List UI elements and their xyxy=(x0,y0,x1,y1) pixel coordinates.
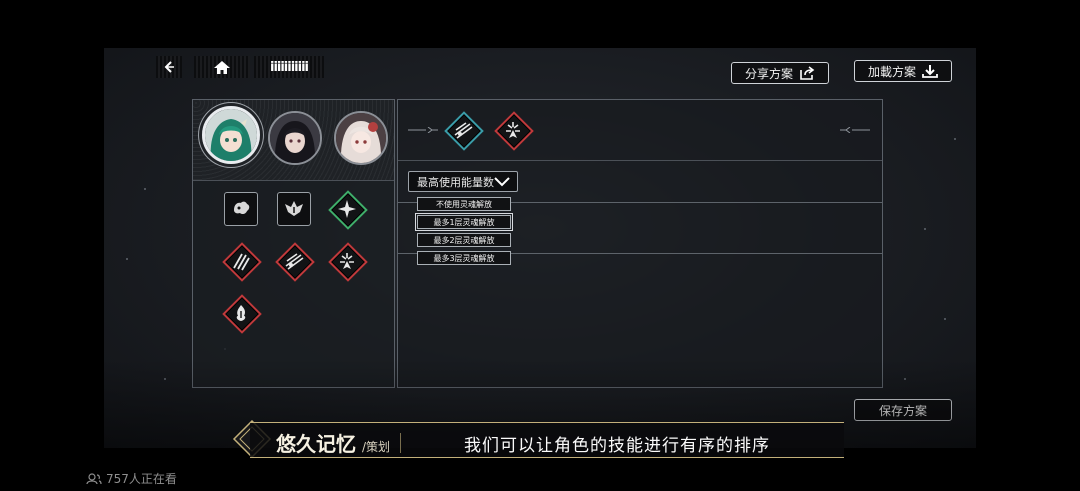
home-button[interactable] xyxy=(194,56,250,78)
home-icon xyxy=(214,60,230,74)
multi-slash-skill-icon xyxy=(454,122,473,139)
energy-option-0[interactable]: 不使用灵魂解放 xyxy=(417,197,511,211)
beast-skill-icon xyxy=(234,201,250,215)
viewer-count-text: 757人正在看 xyxy=(106,472,177,486)
caption-divider xyxy=(400,433,401,453)
energy-dropdown[interactable]: 最高使用能量数 xyxy=(408,171,518,192)
claw-slash-skill-icon xyxy=(233,253,250,271)
caption-text: 我们可以让角色的技能进行有序的排序 xyxy=(464,436,770,456)
caption-bar: 悠久记忆 /策划 我们可以让角色的技能进行有序的排序 xyxy=(250,422,844,458)
save-plan-button[interactable]: 保存方案 xyxy=(854,399,952,421)
bat-wing-skill-icon xyxy=(285,201,303,216)
energy-dropdown-label: 最高使用能量数 xyxy=(417,175,494,189)
team-name-tab[interactable]: iiiiiiiiiii xyxy=(254,56,324,78)
character-avatar-2[interactable] xyxy=(268,111,322,165)
ornament-left-icon xyxy=(408,127,438,133)
energy-option-1[interactable]: 最多1层灵魂解放 xyxy=(415,213,513,231)
team-skill-slot-2[interactable] xyxy=(496,113,530,147)
share-plan-label: 分享方案 xyxy=(744,66,793,81)
character-select-row xyxy=(193,100,394,181)
speaker-role: /策划 xyxy=(362,440,391,454)
team-skill-slot-1[interactable] xyxy=(446,113,480,147)
skill-slot-2[interactable] xyxy=(277,192,311,226)
burst-skill-icon xyxy=(506,122,520,138)
team-skill-order-row xyxy=(398,100,882,161)
skill-slot-6[interactable] xyxy=(330,244,364,278)
energy-option-2[interactable]: 最多2层灵魂解放 xyxy=(417,233,511,247)
character-avatar-1[interactable] xyxy=(202,106,260,164)
ornament-right-icon xyxy=(840,127,870,133)
skill-slot-4[interactable] xyxy=(224,244,258,278)
download-icon xyxy=(922,65,938,78)
shatter-skill-icon xyxy=(338,200,356,218)
subtitle-caption: 悠久记忆 /策划 我们可以让角色的技能进行有序的排序 xyxy=(232,420,844,458)
character-skill-panel xyxy=(192,99,395,388)
speaker-name: 悠久记忆 xyxy=(276,432,356,456)
skill-slot-5[interactable] xyxy=(277,244,311,278)
load-plan-button[interactable]: 加載方案 xyxy=(854,60,952,82)
spirit-flame-skill-icon xyxy=(236,305,246,321)
dark-hair-character-portrait xyxy=(270,113,320,163)
viewer-count: 757人正在看 xyxy=(86,470,177,487)
share-icon xyxy=(800,66,815,80)
skill-slot-3[interactable] xyxy=(330,192,364,226)
character-avatar-3[interactable] xyxy=(334,111,388,165)
back-button[interactable] xyxy=(156,56,182,78)
game-screen: iiiiiiiiiii 分享方案 加載方案 最高使用能量数 不使用灵魂解放 最多… xyxy=(104,48,976,448)
chevron-left-icon xyxy=(164,61,174,73)
top-navigation: iiiiiiiiiii xyxy=(156,56,324,78)
burst-skill-icon xyxy=(340,253,354,269)
white-hair-character-portrait xyxy=(336,113,386,163)
energy-option-3[interactable]: 最多3层灵魂解放 xyxy=(417,251,511,265)
green-hair-character-portrait xyxy=(205,109,257,161)
save-plan-label: 保存方案 xyxy=(878,403,927,418)
chevron-down-icon xyxy=(494,177,510,187)
load-plan-label: 加載方案 xyxy=(867,64,916,79)
viewers-icon xyxy=(86,472,102,484)
team-plan-panel: 最高使用能量数 不使用灵魂解放最多1层灵魂解放最多2层灵魂解放 最多3层灵魂解放 xyxy=(397,99,883,388)
multi-slash-skill-icon xyxy=(285,253,304,270)
share-plan-button[interactable]: 分享方案 xyxy=(731,62,829,84)
skill-slot-1[interactable] xyxy=(224,192,258,226)
skill-slot-7[interactable] xyxy=(224,296,258,330)
